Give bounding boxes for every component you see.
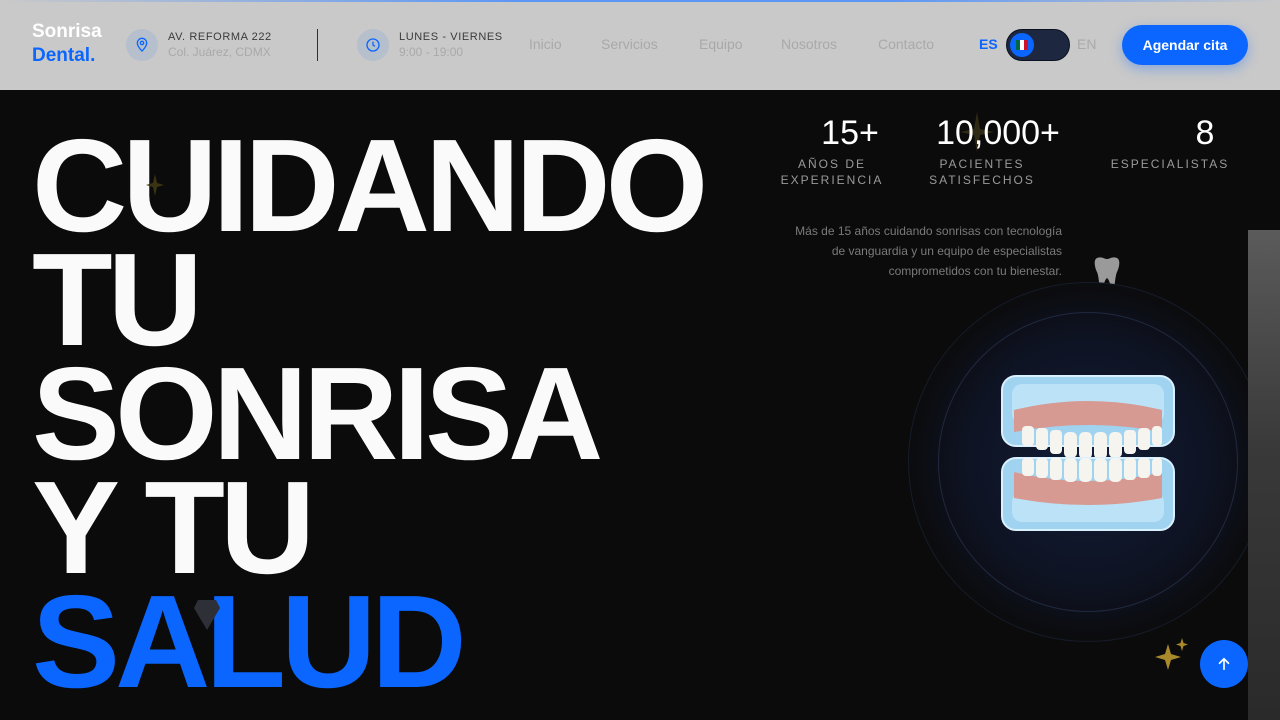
- diamond-icon: [194, 600, 220, 630]
- nav-link-servicios[interactable]: Servicios: [601, 36, 658, 52]
- hero-description: Más de 15 años cuidando sonrisas con tec…: [795, 224, 1062, 278]
- hours-label: LUNES - VIERNES: [399, 31, 503, 43]
- denture-model-image: [1001, 375, 1175, 531]
- book-appointment-button[interactable]: Agendar cita: [1122, 25, 1248, 65]
- scroll-to-top-button[interactable]: [1200, 640, 1248, 688]
- sparkle-icon: [146, 174, 164, 196]
- stat-specialists-label-line1: ESPECIALISTAS: [1110, 157, 1230, 171]
- header-divider: [317, 29, 318, 61]
- nav-link-inicio[interactable]: Inicio: [529, 36, 562, 52]
- nav-link-contacto[interactable]: Contacto: [878, 36, 934, 52]
- brand-name-line1: Sonrisa: [32, 21, 102, 42]
- brand-logo[interactable]: Sonrisa Dental.: [32, 20, 102, 68]
- address-label: AV. REFORMA 222: [168, 31, 272, 43]
- stat-patients-label: PACIENTES SATISFECHOS: [912, 156, 1052, 188]
- stat-patients-value: 10,000+: [936, 114, 1060, 152]
- stat-specialists-label: ESPECIALISTAS: [1110, 156, 1230, 172]
- address-sub: Col. Juárez, CDMX: [168, 45, 271, 59]
- stat-years-label-line1: AÑOS DE: [797, 157, 866, 171]
- mexico-flag-icon: [1010, 33, 1034, 57]
- nav-link-nosotros[interactable]: Nosotros: [781, 36, 837, 52]
- arrow-up-icon: [1218, 657, 1230, 671]
- side-image-strip: [1248, 230, 1280, 720]
- hours-sub: 9:00 - 19:00: [399, 45, 464, 59]
- site-header: Sonrisa Dental. AV. REFORMA 222 Col. Juá…: [0, 0, 1280, 90]
- location-pin-icon: [126, 29, 158, 61]
- language-toggle[interactable]: [1006, 29, 1070, 61]
- language-en-label[interactable]: EN: [1077, 36, 1096, 52]
- stat-patients-label-line2: SATISFECHOS: [929, 173, 1035, 187]
- clock-icon: [357, 29, 389, 61]
- stat-specialists-value: 8: [1195, 114, 1215, 152]
- stat-years-value: 15+: [821, 114, 879, 152]
- header-top-accent-line: [0, 0, 1280, 2]
- stat-years-label: AÑOS DE EXPERIENCIA: [772, 156, 892, 188]
- nav-link-equipo[interactable]: Equipo: [699, 36, 743, 52]
- language-es-label[interactable]: ES: [979, 36, 998, 52]
- brand-name-line2: Dental.: [32, 45, 96, 66]
- hours-info: LUNES - VIERNES 9:00 - 19:00: [357, 28, 503, 62]
- stat-years-label-line2: EXPERIENCIA: [780, 173, 884, 187]
- sparkles-icon: [1155, 638, 1188, 670]
- hero-title-accent: SALUD: [32, 568, 467, 715]
- address-info: AV. REFORMA 222 Col. Juárez, CDMX: [126, 28, 272, 62]
- stat-patients-label-line1: PACIENTES: [939, 157, 1025, 171]
